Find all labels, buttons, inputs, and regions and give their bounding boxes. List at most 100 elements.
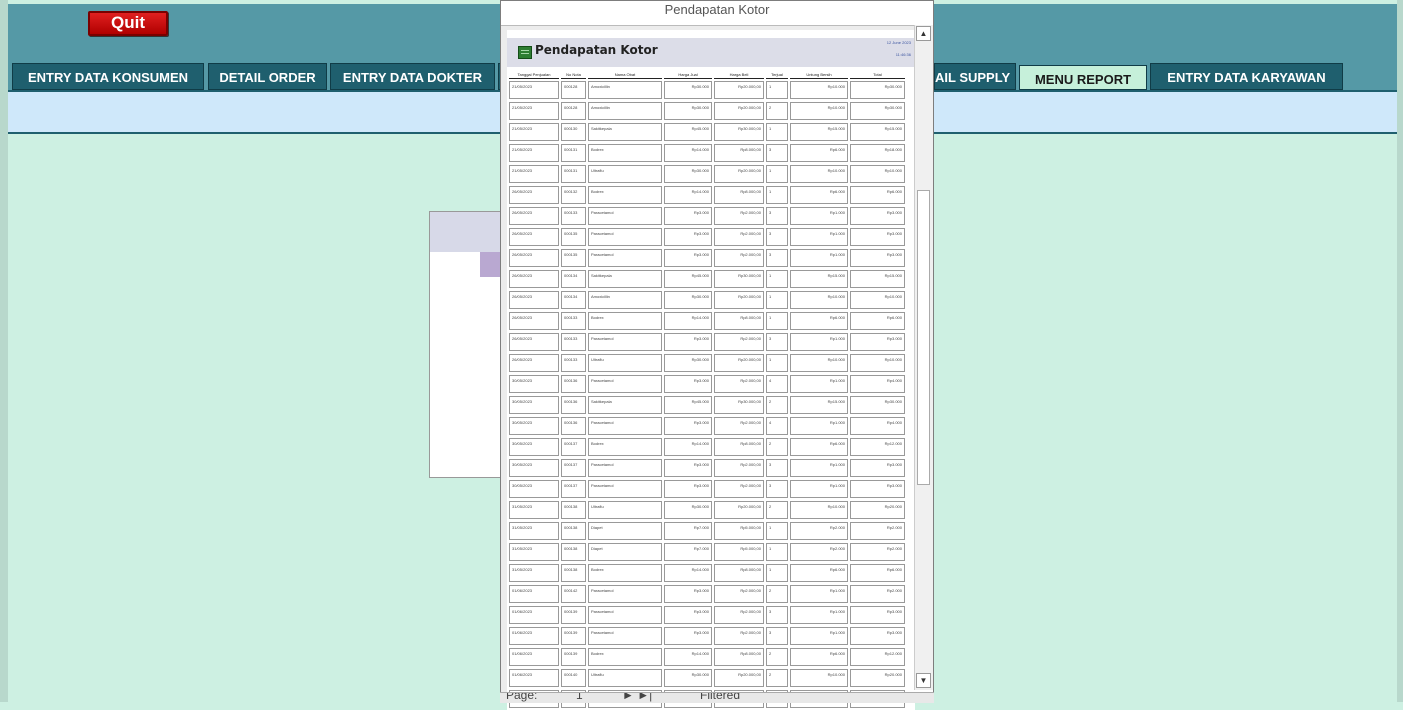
table-cell: 1 [766, 522, 788, 540]
column-header: Harga Jual [664, 71, 712, 79]
table-cell: Rp3.000 [664, 249, 712, 267]
table-cell: 31/05/2023 [509, 522, 559, 540]
table-cell: Diapet [588, 522, 662, 540]
table-cell: Rp3.000 [664, 480, 712, 498]
table-cell: Rp8.000,00 [714, 312, 764, 330]
subform-header [430, 212, 505, 252]
table-cell: 30/05/2023 [509, 459, 559, 477]
table-cell: 000130 [561, 123, 586, 141]
column-header: Terjual [766, 71, 788, 79]
table-cell: Rp2.000,00 [714, 228, 764, 246]
table-cell: 000142 [561, 585, 586, 603]
table-cell: Rp1.000 [790, 228, 848, 246]
page-number[interactable]: 1 [576, 693, 583, 702]
tab-entry-data-konsumen[interactable]: ENTRY DATA KONSUMEN [12, 63, 204, 90]
table-cell: Rp8.000,00 [714, 438, 764, 456]
table-cell: 000137 [561, 480, 586, 498]
table-cell: Rp2.000 [790, 543, 848, 561]
table-cell: Rp15.000 [850, 123, 905, 141]
report-title: Pendapatan Kotor [535, 43, 658, 57]
table-cell: Rp20.000,00 [714, 354, 764, 372]
tab-entry-data-dokter[interactable]: ENTRY DATA DOKTER [330, 63, 495, 90]
table-cell: Rp5.000,00 [714, 543, 764, 561]
table-cell: 1 [766, 81, 788, 99]
table-cell: Rp30.000 [664, 501, 712, 519]
table-cell: Paracetamol [588, 627, 662, 645]
column-header: Nama Obat [588, 71, 662, 79]
table-cell: 1 [766, 312, 788, 330]
table-cell: 3 [766, 228, 788, 246]
table-cell: 26/05/2023 [509, 186, 559, 204]
table-cell: Rp15.000 [790, 123, 848, 141]
table-cell: Rp14.000 [664, 186, 712, 204]
vertical-scrollbar[interactable]: ▲ ▼ [914, 25, 933, 690]
table-cell: Rp2.000 [850, 543, 905, 561]
table-cell: 31/05/2023 [509, 501, 559, 519]
table-cell: Rp15.000 [850, 270, 905, 288]
table-cell: Rp30.000,00 [714, 123, 764, 141]
table-cell: Ultraflu [588, 669, 662, 687]
table-cell: 000139 [561, 606, 586, 624]
table-cell: 000128 [561, 81, 586, 99]
report-time: 11:46:36 [895, 52, 911, 57]
table-cell: Rp10.000 [790, 81, 848, 99]
table-cell: Rp6.000 [790, 564, 848, 582]
table-cell: 000133 [561, 207, 586, 225]
tab-entry-data-karyawan[interactable]: ENTRY DATA KARYAWAN [1150, 63, 1343, 90]
table-cell: Rp20.000,00 [714, 165, 764, 183]
table-cell: Rp8.000,00 [714, 144, 764, 162]
table-cell: Rp7.000 [664, 522, 712, 540]
table-cell: Rp3.000 [664, 606, 712, 624]
table-cell: Rp20.000,00 [714, 291, 764, 309]
table-cell: 000133 [561, 333, 586, 351]
table-cell: Rp3.000 [850, 627, 905, 645]
report-date: 12 June 2023 [886, 40, 911, 45]
tab-detail-supply[interactable]: AIL SUPPLY [934, 63, 1016, 90]
table-cell: 000138 [561, 564, 586, 582]
table-cell: Rp14.000 [664, 312, 712, 330]
table-cell: Rp30.000 [664, 81, 712, 99]
tab-menu-report[interactable]: MENU REPORT [1019, 65, 1147, 90]
table-cell: 3 [766, 459, 788, 477]
table-cell: 000131 [561, 144, 586, 162]
table-cell: 26/05/2023 [509, 333, 559, 351]
table-cell: Ultraflu [588, 354, 662, 372]
table-cell: 26/05/2023 [509, 207, 559, 225]
table-cell: 1 [766, 354, 788, 372]
table-cell: Bodrex [588, 564, 662, 582]
quit-button[interactable]: Quit [88, 11, 168, 36]
table-cell: Rp30.000 [664, 165, 712, 183]
tab-detail-order[interactable]: DETAIL ORDER [208, 63, 327, 90]
table-cell: Bodrex [588, 648, 662, 666]
next-page-icon[interactable]: ► ►| [622, 693, 652, 702]
table-cell: Rp1.000 [790, 333, 848, 351]
table-cell: 000135 [561, 249, 586, 267]
table-cell: 1 [766, 564, 788, 582]
table-cell: 4 [766, 417, 788, 435]
table-cell: Rp30.000,00 [714, 270, 764, 288]
table-cell: Rp3.000 [664, 375, 712, 393]
table-cell: 30/05/2023 [509, 396, 559, 414]
table-cell: Paracetamol [588, 459, 662, 477]
scroll-up-icon[interactable]: ▲ [916, 26, 931, 41]
table-cell: Rp20.000 [850, 669, 905, 687]
table-cell: 000134 [561, 291, 586, 309]
table-cell: 1 [766, 123, 788, 141]
scroll-thumb[interactable] [917, 190, 930, 485]
table-cell: Rp2.000,00 [714, 249, 764, 267]
table-cell: 000138 [561, 522, 586, 540]
table-cell: 01/06/2023 [509, 606, 559, 624]
table-cell: Rp45.000 [664, 396, 712, 414]
scroll-down-icon[interactable]: ▼ [916, 673, 931, 688]
table-cell: Rp2.000,00 [714, 627, 764, 645]
table-cell: Rp10.000 [790, 354, 848, 372]
table-cell: Rp30.000 [664, 669, 712, 687]
subform-box [429, 211, 506, 478]
table-cell: 000137 [561, 438, 586, 456]
table-cell: 1 [766, 186, 788, 204]
table-cell: Rp6.000 [790, 312, 848, 330]
table-cell: Rp14.000 [664, 438, 712, 456]
table-cell: 000138 [561, 501, 586, 519]
column-header: Tanggal Penjualan [509, 71, 559, 79]
table-cell: 26/05/2023 [509, 228, 559, 246]
